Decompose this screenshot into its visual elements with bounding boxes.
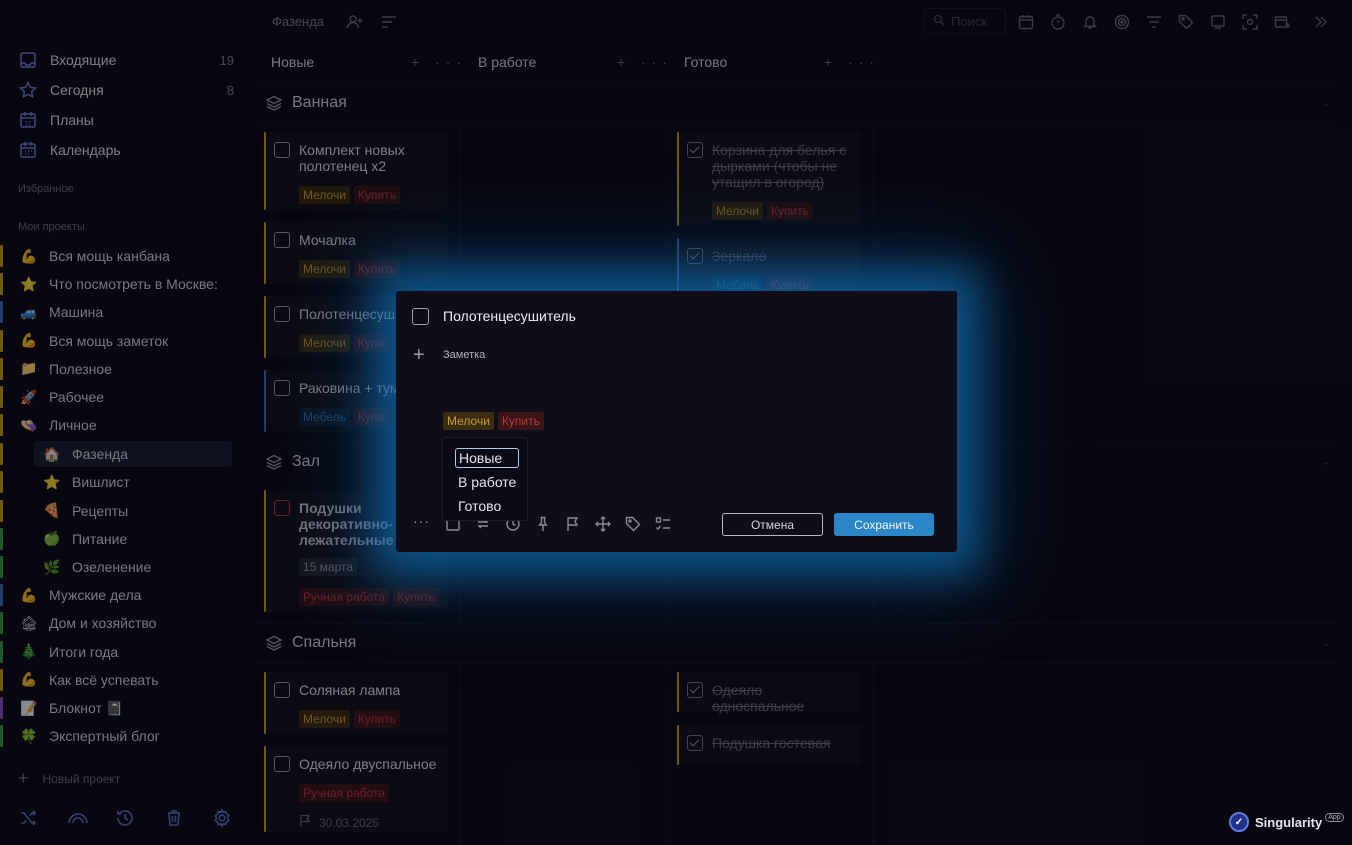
- brand-name: Singularity: [1255, 814, 1323, 830]
- check-circle-icon: ✓: [1229, 812, 1249, 832]
- checklist-icon[interactable]: [654, 515, 672, 533]
- tag[interactable]: Мелочи: [443, 412, 494, 430]
- plus-icon[interactable]: +: [413, 345, 425, 365]
- modal-task-checkbox[interactable]: [412, 308, 429, 325]
- more-icon[interactable]: ···: [413, 513, 430, 529]
- status-dropdown: Новые В работе Готово: [442, 437, 528, 521]
- move-icon[interactable]: [594, 515, 612, 533]
- brand-badge: App: [1325, 812, 1344, 822]
- tag[interactable]: Купить: [497, 412, 544, 430]
- tag-icon[interactable]: [624, 515, 642, 533]
- pin-icon[interactable]: [534, 515, 552, 533]
- task-edit-modal: Полотенцесушитель + Заметка Мелочи Купит…: [396, 291, 957, 552]
- flag-icon[interactable]: [564, 515, 582, 533]
- cancel-button[interactable]: Отмена: [722, 513, 823, 536]
- modal-task-title[interactable]: Полотенцесушитель: [443, 308, 576, 324]
- brand-logo: ✓ Singularity App: [1229, 812, 1344, 832]
- note-field[interactable]: Заметка: [443, 349, 485, 361]
- save-button[interactable]: Сохранить: [834, 513, 934, 536]
- modal-tags: Мелочи Купить: [443, 412, 544, 430]
- app-root: Входящие 19 Сегодня 8 12 Планы Календарь…: [0, 0, 1352, 845]
- status-option-done[interactable]: Готово: [455, 496, 519, 516]
- status-option-new[interactable]: Новые: [455, 448, 519, 468]
- status-option-in-progress[interactable]: В работе: [455, 472, 519, 492]
